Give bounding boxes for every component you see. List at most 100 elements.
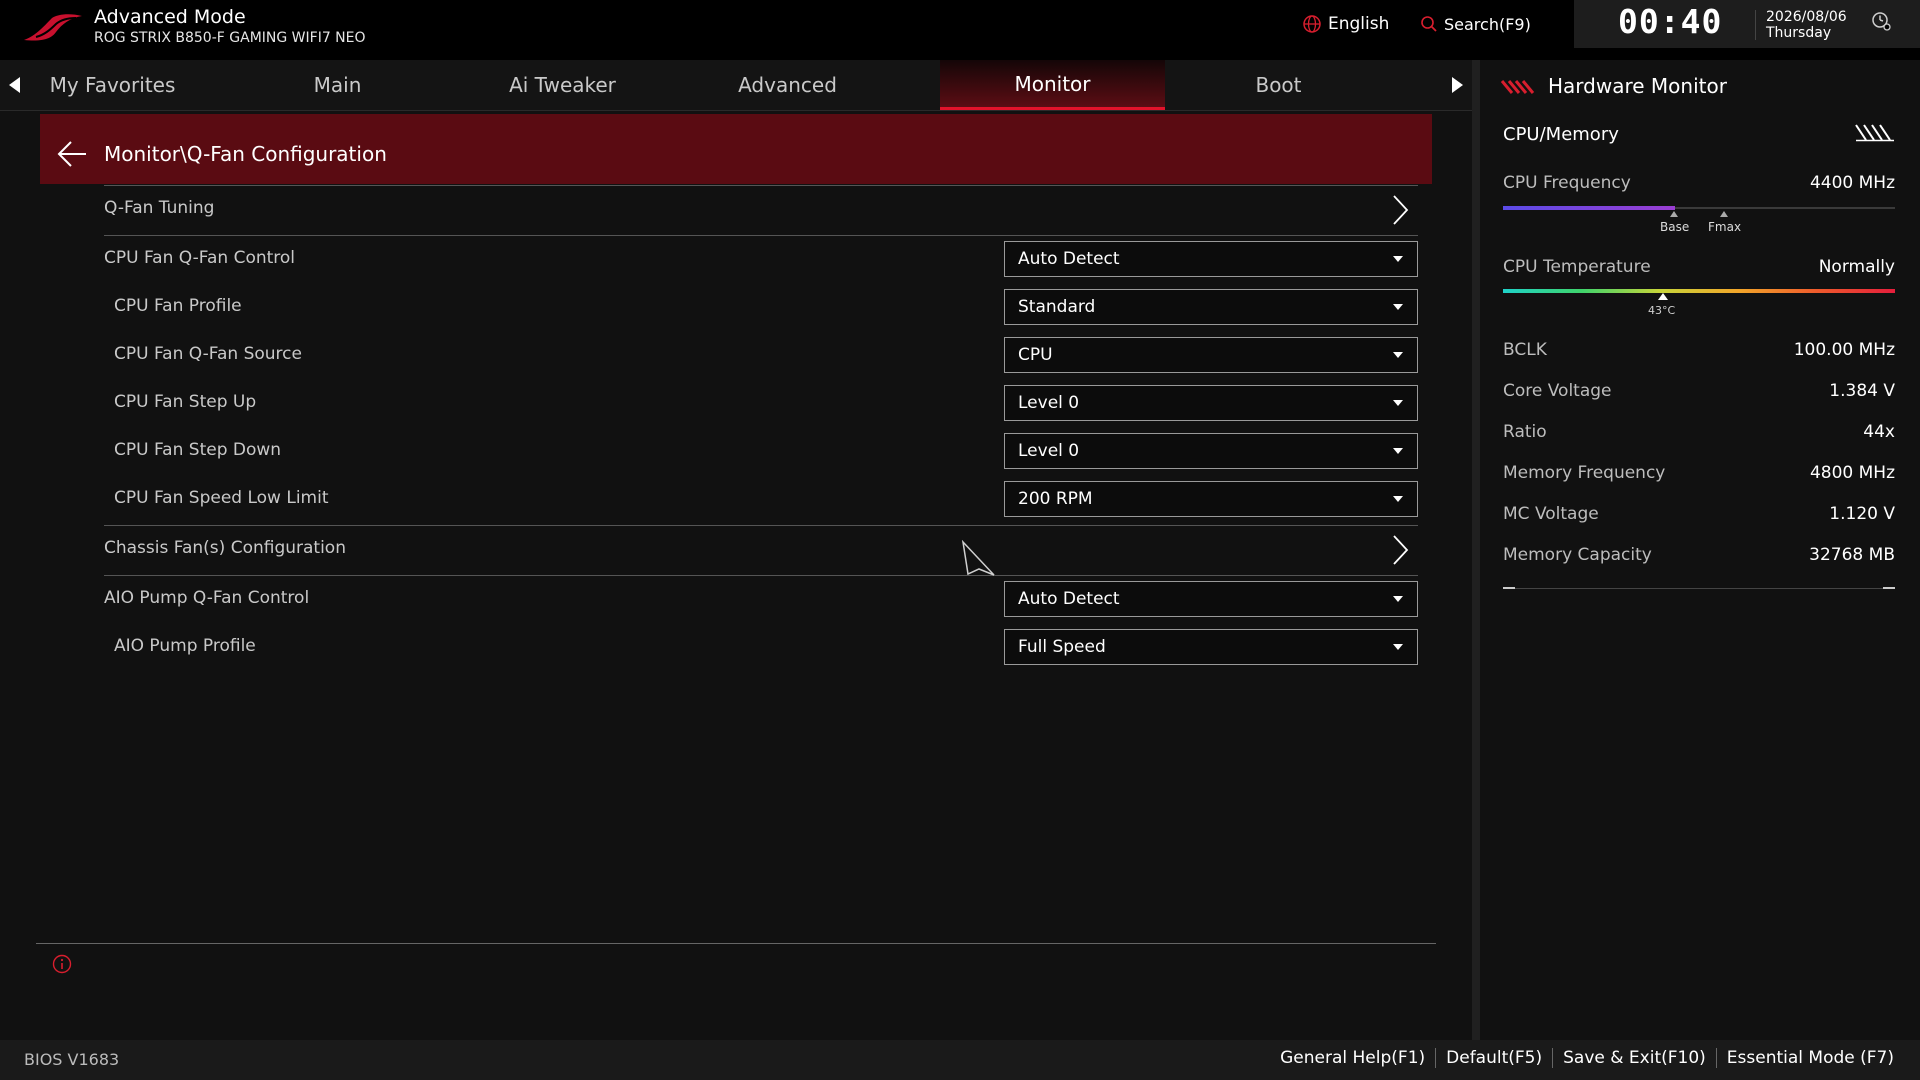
dropdown-value: CPU <box>1018 345 1053 365</box>
clock-settings-icon[interactable] <box>1870 10 1892 32</box>
top-bar: Advanced Mode ROG STRIX B850-F GAMING WI… <box>0 0 1920 60</box>
info-icon <box>52 954 72 974</box>
ratio-value: 44x <box>1863 422 1895 442</box>
cpu-fan-q-fan-source-dropdown[interactable]: CPU <box>1004 337 1418 373</box>
memory-frequency-label: Memory Frequency <box>1503 463 1666 483</box>
essential-mode-button[interactable]: Essential Mode (F7) <box>1727 1048 1894 1068</box>
aio-pump-q-fan-control-dropdown[interactable]: Auto Detect <box>1004 581 1418 617</box>
hardware-monitor-icon <box>1500 80 1535 94</box>
search-icon <box>1421 16 1437 32</box>
tab-my-favorites[interactable]: My Favorites <box>0 60 225 110</box>
row-divider <box>104 575 1418 576</box>
general-help-button[interactable]: General Help(F1) <box>1280 1048 1425 1068</box>
monitor-section-divider <box>1503 587 1895 589</box>
dropdown-value: Level 0 <box>1018 441 1080 461</box>
save-exit-button[interactable]: Save & Exit(F10) <box>1563 1048 1706 1068</box>
hardware-monitor-title: Hardware Monitor <box>1548 74 1727 98</box>
cpu-fan-step-down-dropdown[interactable]: Level 0 <box>1004 433 1418 469</box>
date: 2026/08/06 <box>1766 9 1847 25</box>
footer-actions: General Help(F1) Default(F5) Save & Exit… <box>1280 1048 1894 1068</box>
caret-down-icon <box>1393 448 1403 454</box>
panel-divider <box>1472 60 1480 1040</box>
cpu-fan-q-fan-control-label: CPU Fan Q-Fan Control <box>104 248 296 268</box>
default-button[interactable]: Default(F5) <box>1446 1048 1542 1068</box>
clock: 00:40 <box>1618 2 1723 41</box>
cpu-frequency-bar <box>1503 206 1895 210</box>
mc-voltage-label: MC Voltage <box>1503 504 1599 524</box>
cpu-fan-profile-label: CPU Fan Profile <box>114 296 242 316</box>
cpu-fan-step-up-dropdown[interactable]: Level 0 <box>1004 385 1418 421</box>
fmax-marker-label: Fmax <box>1708 220 1742 234</box>
weekday: Thursday <box>1766 25 1832 41</box>
back-arrow-icon[interactable] <box>56 139 88 169</box>
tab-boot[interactable]: Boot <box>1166 60 1391 110</box>
caret-down-icon <box>1393 352 1403 358</box>
triangle-right-icon <box>1452 77 1463 93</box>
tab-monitor[interactable]: Monitor <box>940 60 1165 110</box>
date-divider <box>1755 10 1756 40</box>
bclk-value: 100.00 MHz <box>1793 340 1895 360</box>
language-selector[interactable]: English <box>1302 12 1389 36</box>
cpu-fan-q-fan-control-dropdown[interactable]: Auto Detect <box>1004 241 1418 277</box>
footer-divider <box>1552 1048 1554 1068</box>
cpu-fan-speed-low-limit-label: CPU Fan Speed Low Limit <box>114 488 329 508</box>
dropdown-value: Standard <box>1018 297 1096 317</box>
dropdown-value: Auto Detect <box>1018 249 1120 269</box>
mode-title: Advanced Mode <box>94 6 246 28</box>
dropdown-value: Level 0 <box>1018 393 1080 413</box>
temperature-marker-icon <box>1658 293 1668 300</box>
rog-logo-icon <box>24 14 82 41</box>
tab-scroll-right-button[interactable] <box>1442 60 1472 110</box>
board-name: ROG STRIX B850-F GAMING WIFI7 NEO <box>94 30 366 46</box>
row-divider <box>104 235 1418 236</box>
section-toggle-icon[interactable] <box>1854 124 1896 142</box>
cpu-temperature-gradient-bar <box>1503 289 1895 293</box>
chevron-right-icon[interactable] <box>1390 194 1410 226</box>
memory-capacity-label: Memory Capacity <box>1503 545 1652 565</box>
chevron-right-icon[interactable] <box>1390 534 1410 566</box>
main-tab-bar: My Favorites Main Ai Tweaker Advanced Mo… <box>0 60 1472 111</box>
caret-down-icon <box>1393 596 1403 602</box>
base-marker-icon <box>1670 211 1678 217</box>
date-display: 2026/08/06 Thursday <box>1766 9 1847 41</box>
mc-voltage-value: 1.120 V <box>1829 504 1895 524</box>
caret-down-icon <box>1393 256 1403 262</box>
tab-main[interactable]: Main <box>225 60 450 110</box>
row-divider <box>104 525 1418 526</box>
aio-pump-q-fan-control-label: AIO Pump Q-Fan Control <box>104 588 310 608</box>
aio-pump-profile-label: AIO Pump Profile <box>114 636 256 656</box>
caret-down-icon <box>1393 400 1403 406</box>
temperature-marker-label: 43°C <box>1648 304 1676 317</box>
globe-icon <box>1303 15 1321 33</box>
language-label: English <box>1328 14 1390 34</box>
memory-frequency-value: 4800 MHz <box>1809 463 1895 483</box>
tab-ai-tweaker[interactable]: Ai Tweaker <box>450 60 675 110</box>
footer-divider <box>1435 1048 1437 1068</box>
cpu-fan-profile-dropdown[interactable]: Standard <box>1004 289 1418 325</box>
search-button[interactable]: Search(F9) <box>1420 12 1531 36</box>
caret-down-icon <box>1393 304 1403 310</box>
dropdown-value: Auto Detect <box>1018 589 1120 609</box>
caret-down-icon <box>1393 496 1403 502</box>
cpu-fan-q-fan-source-label: CPU Fan Q-Fan Source <box>114 344 302 364</box>
q-fan-tuning-item[interactable]: Q-Fan Tuning <box>104 198 214 218</box>
chassis-fan-configuration-item[interactable]: Chassis Fan(s) Configuration <box>104 538 346 558</box>
tab-advanced[interactable]: Advanced <box>675 60 900 110</box>
bios-version: BIOS V1683 <box>24 1050 120 1069</box>
mouse-cursor-icon <box>961 540 995 576</box>
cpu-fan-speed-low-limit-dropdown[interactable]: 200 RPM <box>1004 481 1418 517</box>
caret-down-icon <box>1393 644 1403 650</box>
aio-pump-profile-dropdown[interactable]: Full Speed <box>1004 629 1418 665</box>
base-marker-label: Base <box>1660 220 1690 234</box>
footer-divider <box>1715 1048 1717 1068</box>
memory-capacity-value: 32768 MB <box>1809 545 1895 565</box>
cpu-frequency-value: 4400 MHz <box>1809 173 1895 193</box>
search-label: Search(F9) <box>1444 14 1531 34</box>
row-divider <box>104 185 1418 186</box>
cpu-temperature-label: CPU Temperature <box>1503 257 1651 277</box>
cpu-memory-section-title: CPU/Memory <box>1503 124 1619 145</box>
core-voltage-label: Core Voltage <box>1503 381 1612 401</box>
cpu-frequency-bar-fill <box>1503 206 1676 210</box>
ratio-label: Ratio <box>1503 422 1547 442</box>
dropdown-value: Full Speed <box>1018 637 1106 657</box>
